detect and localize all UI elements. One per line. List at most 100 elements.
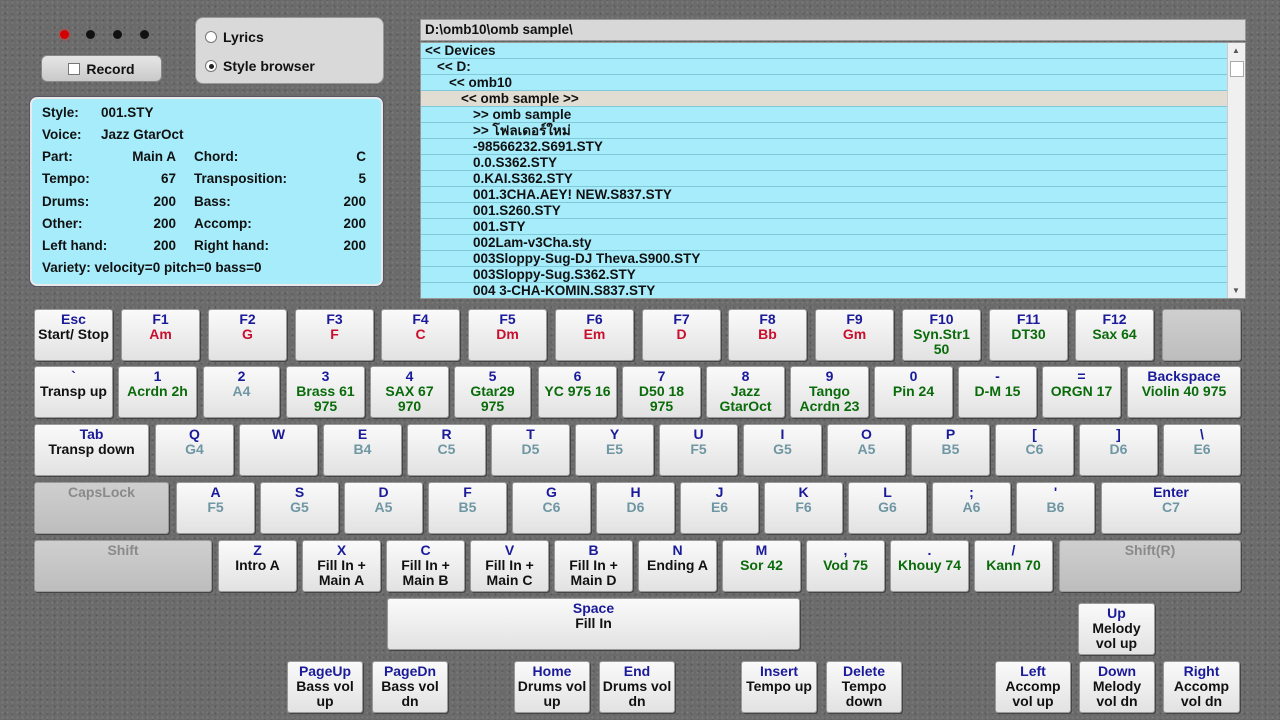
key-f6[interactable]: F6 Em xyxy=(555,309,634,361)
scroll-up-icon[interactable]: ▲ xyxy=(1232,46,1240,55)
key-f3[interactable]: F3 F xyxy=(295,309,374,361)
key-h[interactable]: H D6 xyxy=(596,482,675,534)
key-backspace[interactable]: Backspace Violin 40 975 xyxy=(1127,366,1241,418)
key-sym[interactable]: ; A6 xyxy=(932,482,1011,534)
file-list-item[interactable]: 001.STY xyxy=(421,219,1229,235)
key-f8[interactable]: F8 Bb xyxy=(728,309,807,361)
key-f4[interactable]: F4 C xyxy=(381,309,460,361)
key-s[interactable]: S G5 xyxy=(260,482,339,534)
scroll-thumb[interactable] xyxy=(1230,61,1244,77)
key-sym[interactable]: \ E6 xyxy=(1163,424,1241,476)
key-c[interactable]: C Fill In + Main B xyxy=(386,540,465,592)
key-q[interactable]: Q G4 xyxy=(155,424,234,476)
key-g[interactable]: G C6 xyxy=(512,482,591,534)
key-esc[interactable]: Esc Start/ Stop xyxy=(34,309,113,361)
key-2[interactable]: 2 A4 xyxy=(203,366,280,418)
key-sym[interactable]: [C6 xyxy=(995,424,1074,476)
key-left[interactable]: Left Accomp vol up xyxy=(995,661,1071,713)
key-8[interactable]: 8 Jazz GtarOct xyxy=(706,366,785,418)
key-5[interactable]: 5 Gtar29 975 xyxy=(454,366,531,418)
key-f9[interactable]: F9 Gm xyxy=(815,309,894,361)
file-list-item[interactable]: -98566232.S691.STY xyxy=(421,139,1229,155)
key-z[interactable]: Z Intro A xyxy=(218,540,297,592)
key-y[interactable]: Y E5 xyxy=(575,424,654,476)
key-sym[interactable]: , Vod 75 xyxy=(806,540,885,592)
file-list-item[interactable]: 0.KAI.S362.STY xyxy=(421,171,1229,187)
key-f12[interactable]: F12 Sax 64 xyxy=(1075,309,1154,361)
key-m[interactable]: M Sor 42 xyxy=(722,540,801,592)
key-pageup[interactable]: PageUp Bass vol up xyxy=(287,661,363,713)
key-f[interactable]: F B5 xyxy=(428,482,507,534)
key-f10[interactable]: F10 Syn.Str1 50 xyxy=(902,309,981,361)
key-v[interactable]: V Fill In + Main C xyxy=(470,540,549,592)
file-list-item[interactable]: << Devices xyxy=(421,43,1229,59)
record-checkbox[interactable] xyxy=(68,62,81,75)
key-9[interactable]: 9 Tango Acrdn 23 xyxy=(790,366,869,418)
key-i[interactable]: I G5 xyxy=(743,424,822,476)
file-list-item[interactable]: << omb10 xyxy=(421,75,1229,91)
file-list-item[interactable]: 001.3CHA.AEY! NEW.S837.STY xyxy=(421,187,1229,203)
file-list-item[interactable]: 004 3-CHA-KOMIN.S837.STY xyxy=(421,283,1229,298)
record-button[interactable]: Record xyxy=(41,55,162,82)
key-u[interactable]: U F5 xyxy=(659,424,738,476)
key-k[interactable]: K F6 xyxy=(764,482,843,534)
file-list-item[interactable]: 003Sloppy-Sug-DJ Theva.S900.STY xyxy=(421,251,1229,267)
key-space[interactable]: Space Fill In xyxy=(387,598,800,650)
key-x[interactable]: X Fill In + Main A xyxy=(302,540,381,592)
file-list-item[interactable]: >> โฟลเดอร์ใหม่ xyxy=(421,123,1229,139)
lyrics-radio-button[interactable] xyxy=(205,31,217,43)
key-sym[interactable]: . Khouy 74 xyxy=(890,540,969,592)
key-home[interactable]: Home Drums vol up xyxy=(514,661,590,713)
key-end[interactable]: End Drums vol dn xyxy=(599,661,675,713)
file-list-item[interactable]: 0.0.S362.STY xyxy=(421,155,1229,171)
key-a[interactable]: A F5 xyxy=(176,482,255,534)
key-sym[interactable]: ` Transp up xyxy=(34,366,113,418)
key-f7[interactable]: F7 D xyxy=(642,309,721,361)
key-tab[interactable]: Tab Transp down xyxy=(34,424,149,476)
key-up[interactable]: Up Melody vol up xyxy=(1078,603,1155,655)
key-1[interactable]: 1 Acrdn 2h xyxy=(118,366,197,418)
key-sym[interactable]: - D-M 15 xyxy=(958,366,1037,418)
key-e[interactable]: E B4 xyxy=(323,424,402,476)
key-insert[interactable]: Insert Tempo up xyxy=(741,661,817,713)
key-f1[interactable]: F1 Am xyxy=(121,309,200,361)
key-enter[interactable]: Enter C7 xyxy=(1101,482,1241,534)
key-l[interactable]: L G6 xyxy=(848,482,927,534)
file-list-item[interactable]: >> omb sample xyxy=(421,107,1229,123)
key-down[interactable]: Down Melody vol dn xyxy=(1079,661,1155,713)
file-list-item[interactable]: 002Lam-v3Cha.sty xyxy=(421,235,1229,251)
key-sym[interactable]: / Kann 70 xyxy=(974,540,1053,592)
key-r[interactable]: R C5 xyxy=(407,424,486,476)
lyrics-radio[interactable]: Lyrics xyxy=(205,29,264,45)
style-browser-radio[interactable]: Style browser xyxy=(205,58,315,74)
key-sym[interactable]: = ORGN 17 xyxy=(1042,366,1121,418)
key-right[interactable]: Right Accomp vol dn xyxy=(1163,661,1240,713)
file-list-item[interactable]: 001.S260.STY xyxy=(421,203,1229,219)
key-b[interactable]: B Fill In + Main D xyxy=(554,540,633,592)
key-d[interactable]: D A5 xyxy=(344,482,423,534)
key-6[interactable]: 6 YC 975 16 xyxy=(538,366,617,418)
key-sym[interactable]: ] D6 xyxy=(1079,424,1158,476)
key-j[interactable]: J E6 xyxy=(680,482,759,534)
key-p[interactable]: P B5 xyxy=(911,424,990,476)
key-f11[interactable]: F11 DT30 xyxy=(989,309,1068,361)
file-list-item[interactable]: << D: xyxy=(421,59,1229,75)
key-w[interactable]: W xyxy=(239,424,318,476)
key-o[interactable]: O A5 xyxy=(827,424,906,476)
key-0[interactable]: 0 Pin 24 xyxy=(874,366,953,418)
key-4[interactable]: 4 SAX 67 970 xyxy=(370,366,449,418)
file-list-item[interactable]: << omb sample >> xyxy=(421,91,1229,107)
scroll-down-icon[interactable]: ▼ xyxy=(1232,286,1240,295)
key-f5[interactable]: F5 Dm xyxy=(468,309,547,361)
key-f2[interactable]: F2 G xyxy=(208,309,287,361)
key-pagedn[interactable]: PageDn Bass vol dn xyxy=(372,661,448,713)
file-list-item[interactable]: 003Sloppy-Sug.S362.STY xyxy=(421,267,1229,283)
key-delete[interactable]: Delete Tempo down xyxy=(826,661,902,713)
key-3[interactable]: 3 Brass 61 975 xyxy=(286,366,365,418)
key-t[interactable]: T D5 xyxy=(491,424,570,476)
style-file-list[interactable]: << Devices << D: << omb10 << omb sample >> >… xyxy=(420,42,1246,299)
key-sym[interactable]: ' B6 xyxy=(1016,482,1095,534)
list-scrollbar[interactable]: ▲ ▼ xyxy=(1227,43,1245,298)
style-browser-radio-button[interactable] xyxy=(205,60,217,72)
key-7[interactable]: 7 D50 18 975 xyxy=(622,366,701,418)
